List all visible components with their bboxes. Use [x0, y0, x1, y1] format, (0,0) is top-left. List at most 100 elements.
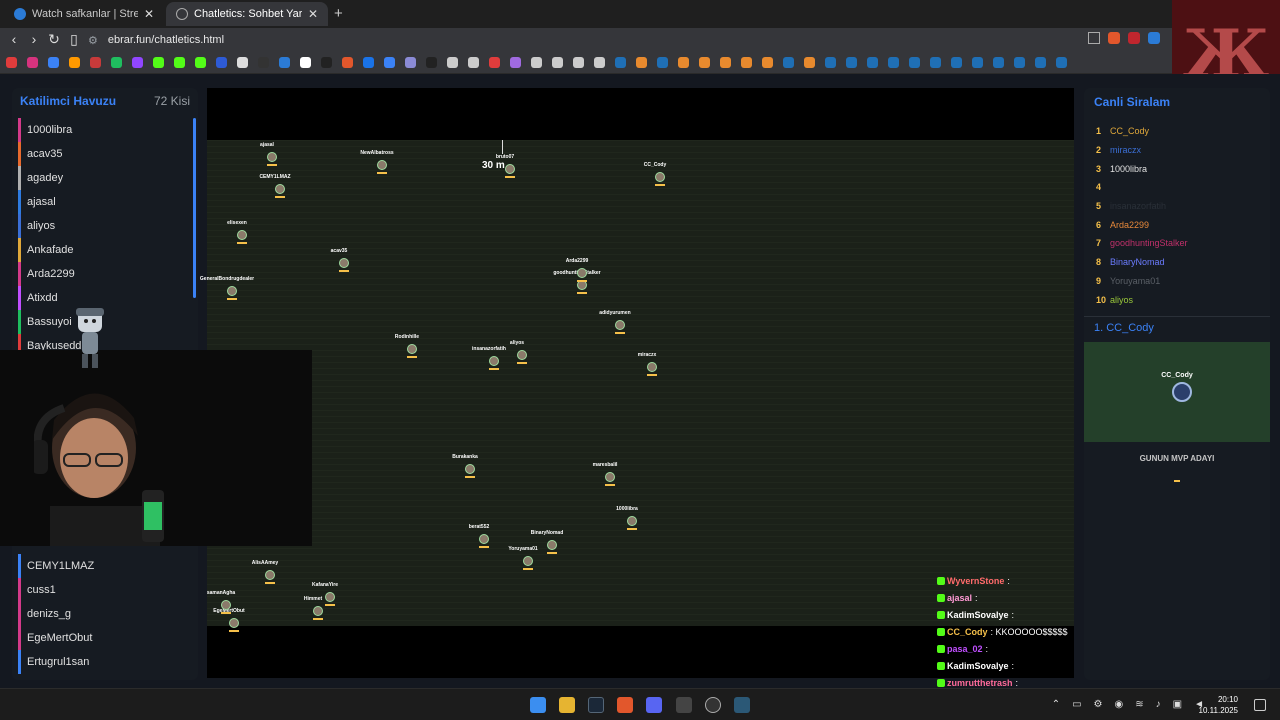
tab-label: Watch safkanlar | Streamable — [32, 8, 138, 20]
bookmark-icon[interactable] — [825, 57, 836, 68]
bookmark-icon[interactable] — [846, 57, 857, 68]
tab-streamable[interactable]: Watch safkanlar | Streamable ✕ — [4, 2, 164, 26]
tab-chatletics[interactable]: Chatletics: Sohbet Yarislari ✕ — [166, 2, 328, 26]
bookmark-icon[interactable]: ▯ — [66, 31, 82, 48]
discord-icon[interactable] — [646, 697, 662, 713]
rank-number: 8 — [1096, 257, 1102, 268]
bookmark-icon[interactable] — [132, 57, 143, 68]
bookmark-icon[interactable] — [951, 57, 962, 68]
bookmark-icon[interactable] — [27, 57, 38, 68]
bookmark-icon[interactable] — [930, 57, 941, 68]
mvp-heading: 1. CC_Cody — [1094, 322, 1154, 334]
bookmark-icon[interactable] — [48, 57, 59, 68]
wifi-icon[interactable]: ≋ — [1135, 699, 1143, 710]
chat-username: pasa_02 — [947, 643, 983, 654]
bookmark-icon[interactable] — [111, 57, 122, 68]
bookmark-icon[interactable] — [531, 57, 542, 68]
rank-name: aliyos — [1110, 294, 1134, 305]
chat-overlay: WyvernStone : ajasal : KadimSovalye : CC_Co… — [937, 572, 1077, 691]
clock[interactable]: 20:10 10.11.2025 — [1199, 694, 1238, 716]
address-bar[interactable]: ⚙ ebrar.fun/chatletics.html — [88, 30, 1098, 50]
racer-speed-bar — [505, 176, 515, 178]
bookmark-icon[interactable] — [867, 57, 878, 68]
bookmark-icon[interactable] — [741, 57, 752, 68]
bookmark-icon[interactable] — [552, 57, 563, 68]
bookmark-icon[interactable] — [510, 57, 521, 68]
race-stage: ajasal CEMY1LMAZ NewAlbatross bruto07 CC_Cod… — [200, 88, 1074, 688]
file-explorer-icon[interactable] — [559, 697, 575, 713]
forward-icon[interactable]: › — [26, 31, 42, 47]
bookmark-icon[interactable] — [804, 57, 815, 68]
bookmark-icon[interactable] — [972, 57, 983, 68]
bookmark-icon[interactable] — [1014, 57, 1025, 68]
bookmark-icon[interactable] — [342, 57, 353, 68]
chevron-up-icon[interactable]: ⌃ — [1052, 699, 1060, 710]
racer-name: maresbalil — [592, 462, 618, 468]
bookmark-icon[interactable] — [489, 57, 500, 68]
extension-icon[interactable] — [1148, 32, 1160, 44]
site-info-icon[interactable]: ⚙ — [88, 34, 98, 47]
share-icon[interactable] — [1088, 32, 1100, 44]
rank-number: 1 — [1096, 126, 1102, 137]
bookmark-icon[interactable] — [321, 57, 332, 68]
bookmark-icon[interactable] — [363, 57, 374, 68]
bookmark-icon[interactable] — [6, 57, 17, 68]
bookmark-icon[interactable] — [699, 57, 710, 68]
bookmark-icon[interactable] — [447, 57, 458, 68]
bookmark-icon[interactable] — [405, 57, 416, 68]
extension-icon[interactable] — [1128, 32, 1140, 44]
brave-icon[interactable] — [617, 697, 633, 713]
steam-tray-icon[interactable]: ◉ — [1115, 699, 1124, 710]
obs-icon[interactable] — [705, 697, 721, 713]
close-tab-icon[interactable]: ✕ — [144, 7, 154, 21]
bookmark-icon[interactable] — [783, 57, 794, 68]
bookmark-icon[interactable] — [888, 57, 899, 68]
bookmark-icon[interactable] — [909, 57, 920, 68]
racer: Yoruyama01 — [508, 546, 538, 570]
battery-icon[interactable]: ▭ — [1072, 699, 1081, 710]
chat-message: pasa_02 : — [937, 640, 1077, 657]
bookmark-icon[interactable] — [573, 57, 584, 68]
bookmark-icon[interactable] — [1035, 57, 1046, 68]
racer-speed-bar — [577, 280, 587, 282]
bookmark-icon[interactable] — [300, 57, 311, 68]
mvp-racer-avatar — [1172, 382, 1192, 402]
bookmark-icon[interactable] — [468, 57, 479, 68]
bookmark-icon[interactable] — [657, 57, 668, 68]
rank-name: Arda2299 — [1110, 219, 1150, 230]
reload-icon[interactable]: ↻ — [46, 31, 62, 48]
app-icon[interactable] — [676, 697, 692, 713]
steam-icon[interactable] — [588, 697, 604, 713]
bookmark-icon[interactable] — [1056, 57, 1067, 68]
mic-icon[interactable]: ♪ — [1156, 699, 1161, 710]
bookmark-icon[interactable] — [384, 57, 395, 68]
settings-icon[interactable]: ⚙ — [1094, 699, 1103, 710]
racer-speed-bar — [479, 546, 489, 548]
bookmark-icon[interactable] — [615, 57, 626, 68]
back-icon[interactable]: ‹ — [6, 31, 22, 47]
close-tab-icon[interactable]: ✕ — [308, 7, 318, 21]
new-tab-button[interactable]: + — [334, 5, 343, 22]
bookmark-icon[interactable] — [153, 57, 164, 68]
bookmark-icon[interactable] — [426, 57, 437, 68]
bookmark-icon[interactable] — [720, 57, 731, 68]
bookmark-icon[interactable] — [762, 57, 773, 68]
bookmark-icon[interactable] — [678, 57, 689, 68]
bookmark-icon[interactable] — [258, 57, 269, 68]
bookmark-icon[interactable] — [279, 57, 290, 68]
app-icon[interactable] — [734, 697, 750, 713]
network-icon[interactable]: ▣ — [1173, 699, 1182, 710]
bookmark-icon[interactable] — [195, 57, 206, 68]
brave-shield-icon[interactable] — [1108, 32, 1120, 44]
bookmark-icon[interactable] — [216, 57, 227, 68]
notification-icon[interactable] — [1254, 699, 1266, 711]
bookmark-icon[interactable] — [594, 57, 605, 68]
bookmark-icon[interactable] — [993, 57, 1004, 68]
bookmark-icon[interactable] — [237, 57, 248, 68]
bookmark-icon[interactable] — [69, 57, 80, 68]
participants-scrollbar[interactable] — [193, 118, 196, 298]
bookmark-icon[interactable] — [174, 57, 185, 68]
windows-start-icon[interactable] — [530, 697, 546, 713]
bookmark-icon[interactable] — [636, 57, 647, 68]
bookmark-icon[interactable] — [90, 57, 101, 68]
